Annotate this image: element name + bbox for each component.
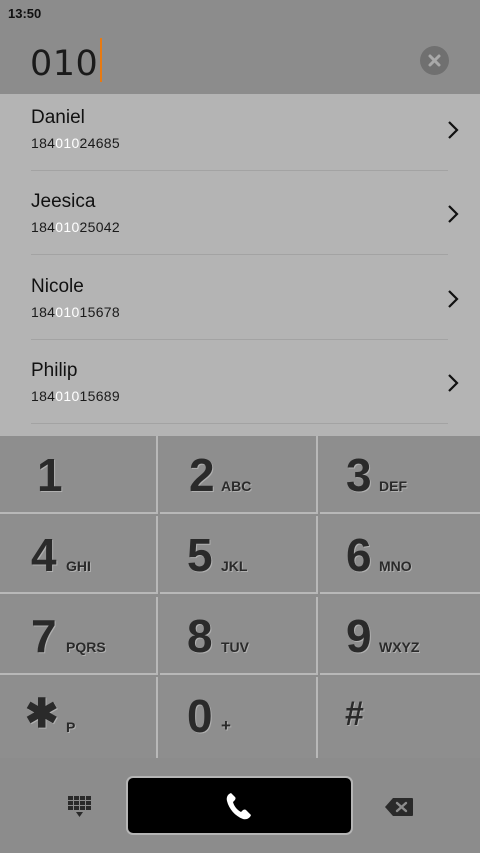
chevron-right-icon[interactable] (446, 203, 460, 225)
contact-suggestions: Daniel 18401024685 Jeesica 18401025042 N… (0, 94, 480, 436)
key-digit: 1 (37, 449, 63, 501)
number-match: 010 (55, 388, 80, 404)
key-digit: 6 (346, 529, 372, 581)
dialpad: 1 2 ABC 3 DEF 4 GHI 5 JKL 6 MNO 7 PQRS 8… (0, 436, 480, 758)
key-letters: ABC (221, 478, 252, 494)
key-digit: 0 (187, 690, 213, 742)
contact-number: 18401015689 (31, 388, 120, 404)
contact-row[interactable]: Jeesica 18401025042 (0, 178, 480, 262)
clear-input-button[interactable] (420, 46, 449, 75)
key-digit: 9 (346, 610, 372, 662)
call-button[interactable] (128, 778, 351, 833)
contact-number: 18401025042 (31, 219, 120, 235)
number-match: 010 (55, 219, 80, 235)
status-bar: 13:50 (0, 0, 480, 26)
row-divider (31, 339, 448, 340)
contact-name: Jeesica (31, 191, 96, 212)
row-divider (31, 170, 448, 171)
clear-circle-icon (428, 54, 441, 67)
key-5[interactable]: 5 JKL (160, 516, 318, 594)
number-suffix: 24685 (79, 135, 120, 151)
key-4[interactable]: 4 GHI (0, 516, 158, 594)
chevron-right-icon[interactable] (446, 119, 460, 141)
key-letters: GHI (66, 558, 91, 574)
key-2[interactable]: 2 ABC (160, 436, 318, 514)
number-match: 010 (55, 135, 80, 151)
number-prefix: 184 (31, 135, 56, 151)
row-divider (31, 254, 448, 255)
contact-name: Nicole (31, 276, 84, 297)
number-prefix: 184 (31, 219, 56, 235)
contact-number: 18401024685 (31, 135, 120, 151)
key-star[interactable]: ✱ P (0, 677, 158, 758)
number-prefix: 184 (31, 388, 56, 404)
number-suffix: 25042 (79, 219, 120, 235)
key-letters: DEF (379, 478, 407, 494)
dialpad-grid-icon[interactable] (68, 796, 92, 820)
key-digit: # (345, 695, 364, 733)
key-1[interactable]: 1 (0, 436, 158, 514)
key-9[interactable]: 9 WXYZ (320, 597, 480, 675)
contact-name: Philip (31, 360, 78, 381)
chevron-right-icon[interactable] (446, 288, 460, 310)
contact-row[interactable]: Philip 18401015689 (0, 347, 480, 431)
key-letters: WXYZ (379, 639, 420, 655)
dial-input[interactable]: 010 (30, 38, 103, 84)
key-digit: 8 (187, 610, 213, 662)
key-0[interactable]: 0 + (160, 677, 318, 758)
key-3[interactable]: 3 DEF (320, 436, 480, 514)
number-match: 010 (55, 304, 80, 320)
dial-input-bar[interactable]: 010 (0, 26, 480, 94)
key-digit: ✱ (25, 692, 59, 736)
contact-row[interactable]: Nicole 18401015678 (0, 263, 480, 347)
row-divider (31, 423, 448, 424)
key-letters: PQRS (66, 639, 106, 655)
key-letters: P (66, 719, 76, 735)
key-digit: 2 (189, 449, 215, 501)
key-digit: 7 (31, 610, 57, 662)
number-suffix: 15689 (79, 388, 120, 404)
key-8[interactable]: 8 TUV (160, 597, 318, 675)
number-prefix: 184 (31, 304, 56, 320)
contact-row[interactable]: Daniel 18401024685 (0, 94, 480, 178)
number-suffix: 15678 (79, 304, 120, 320)
key-letters: MNO (379, 558, 412, 574)
text-caret (100, 38, 103, 82)
bottom-action-bar (0, 758, 480, 853)
key-letters: TUV (221, 639, 249, 655)
key-7[interactable]: 7 PQRS (0, 597, 158, 675)
key-hash[interactable]: # (320, 677, 480, 758)
phone-handset-icon (226, 793, 251, 820)
key-letters: JKL (221, 558, 248, 574)
dial-input-value: 010 (30, 44, 99, 84)
contact-number: 18401015678 (31, 304, 120, 320)
status-time: 13:50 (8, 6, 42, 21)
contact-name: Daniel (31, 107, 85, 128)
key-6[interactable]: 6 MNO (320, 516, 480, 594)
key-digit: 5 (187, 529, 213, 581)
key-digit: 3 (346, 449, 372, 501)
backspace-icon[interactable] (384, 797, 414, 817)
key-letters: + (221, 716, 231, 735)
key-digit: 4 (31, 529, 57, 581)
chevron-right-icon[interactable] (446, 372, 460, 394)
